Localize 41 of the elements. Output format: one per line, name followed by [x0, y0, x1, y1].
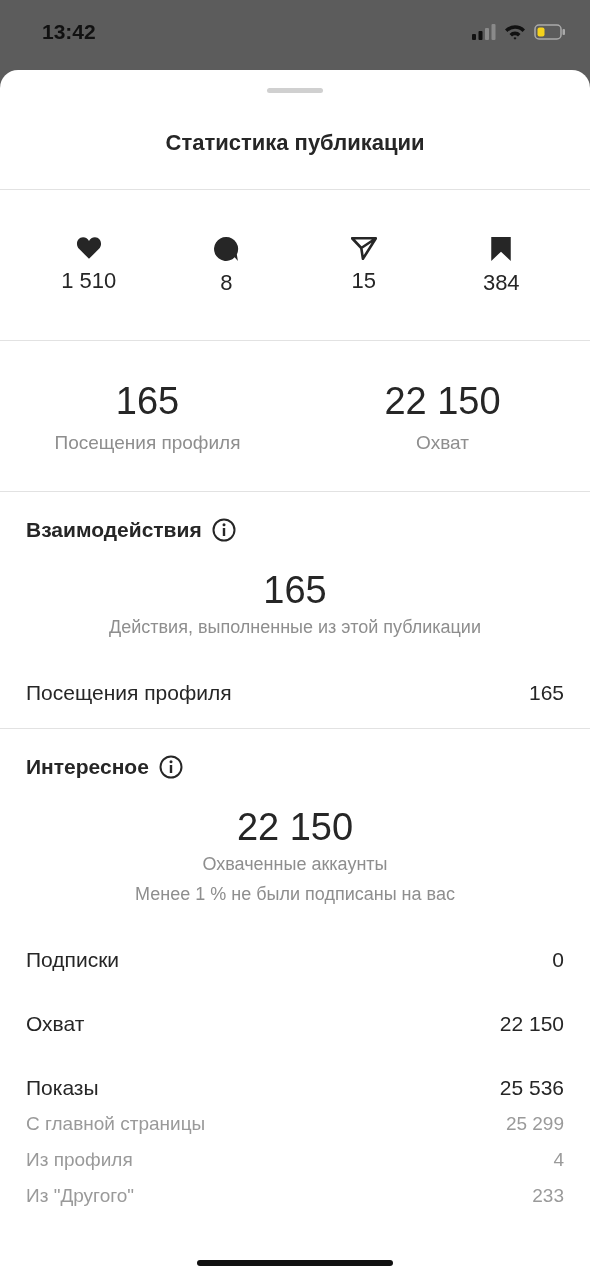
row-value: 165: [528, 680, 564, 706]
row-value: 4: [553, 1148, 564, 1172]
section-value: 22 150: [236, 805, 354, 849]
row-label: Показы: [26, 1075, 99, 1101]
sheet-title: Статистика публикации: [164, 130, 426, 156]
row-label: Охват: [26, 1011, 85, 1037]
section-caption: Действия, выполненные из этой публикации: [109, 616, 481, 639]
row-value: 0: [552, 947, 564, 973]
row-value: 22 150: [499, 1011, 564, 1037]
section-title: Взаимодействия: [26, 517, 202, 543]
battery-icon: [534, 24, 566, 40]
wifi-icon: [504, 24, 526, 40]
speech-bubble-icon: [213, 236, 240, 262]
row-value: 233: [532, 1184, 564, 1208]
stat-value: 22 150: [384, 379, 501, 423]
row-label: С главной страницы: [26, 1112, 206, 1136]
section-value: 165: [263, 568, 327, 612]
stat-label: Охват: [416, 431, 469, 455]
stat-label: Посещения профиля: [54, 431, 241, 455]
row-label: Из "Другого": [26, 1184, 135, 1208]
bookmark-icon: [490, 236, 513, 262]
section-title: Интересное: [26, 754, 149, 780]
action-count: 384: [482, 270, 520, 296]
sheet-handle[interactable]: [267, 88, 323, 93]
heart-icon: [75, 236, 102, 260]
paper-plane-icon: [350, 236, 377, 260]
action-count: 8: [220, 270, 233, 296]
row-label: Посещения профиля: [26, 680, 232, 706]
action-count: 15: [351, 268, 376, 294]
status-time: 13:42: [42, 20, 96, 44]
stat-value: 165: [115, 379, 180, 423]
section-caption: Менее 1 % не были подписаны на вас: [135, 883, 455, 906]
signal-icon: [472, 24, 496, 40]
row-label: Из профиля: [26, 1148, 133, 1172]
info-icon[interactable]: [158, 755, 183, 779]
info-icon[interactable]: [211, 518, 236, 542]
section-caption: Охваченные аккаунты: [202, 853, 388, 876]
action-count: 1 510: [61, 268, 117, 294]
row-value: 25 299: [505, 1112, 564, 1136]
row-value: 25 536: [499, 1075, 564, 1101]
row-label: Подписки: [26, 947, 120, 973]
